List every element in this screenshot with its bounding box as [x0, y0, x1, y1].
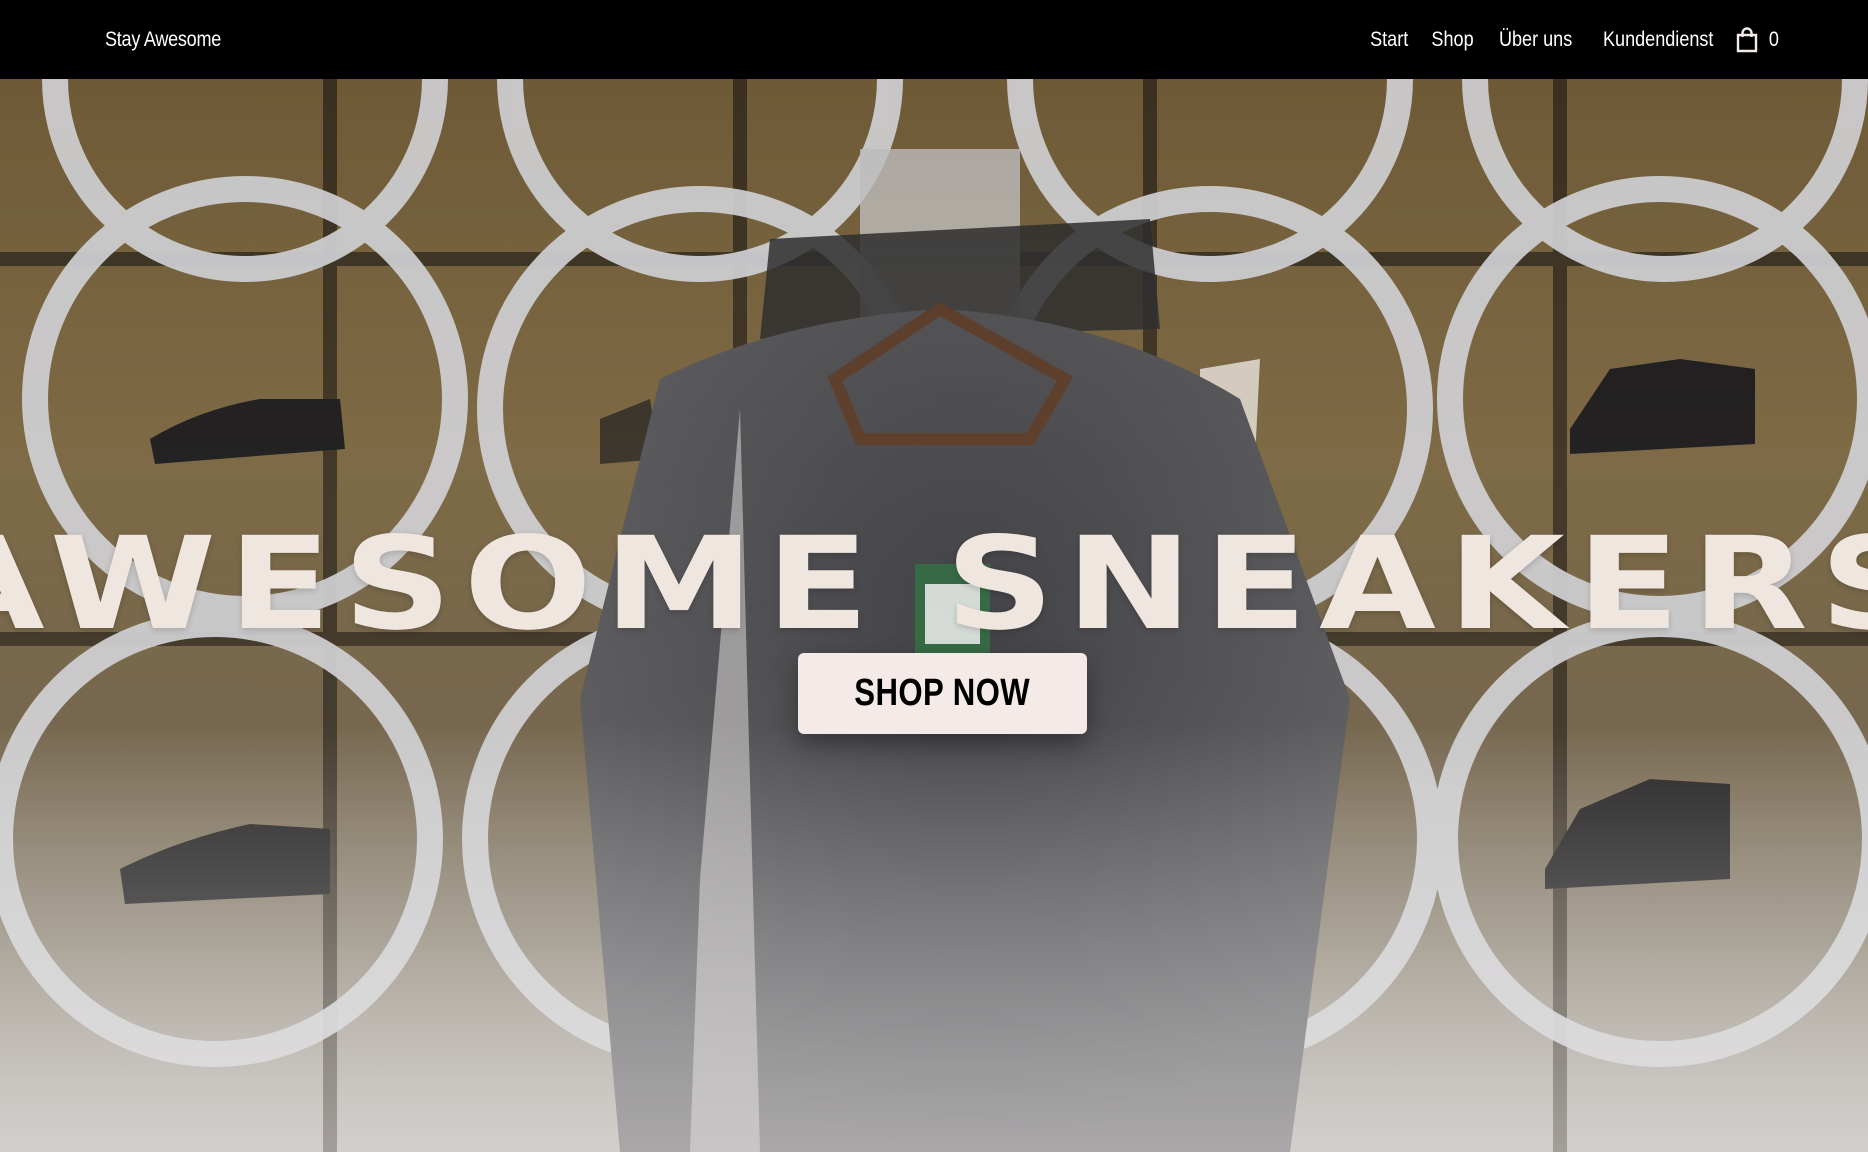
- hero-section: AWESOME SNEAKERS SHOP NOW: [0, 79, 1868, 1152]
- cart-button[interactable]: 0: [1736, 26, 1780, 53]
- nav-link-about[interactable]: Über uns: [1499, 28, 1572, 52]
- cart-count: 0: [1769, 27, 1780, 51]
- hero-title: AWESOME SNEAKERS: [0, 509, 1868, 659]
- nav-link-shop[interactable]: Shop: [1431, 28, 1473, 52]
- shop-now-label: SHOP NOW: [854, 672, 1031, 714]
- nav-link-customer-service[interactable]: Kundendienst: [1603, 28, 1713, 52]
- shopping-bag-icon: [1736, 26, 1758, 53]
- shop-now-button[interactable]: SHOP NOW: [798, 653, 1087, 734]
- top-navigation-bar: Stay Awesome Start Shop Über uns Kundend…: [0, 0, 1868, 79]
- nav-link-start[interactable]: Start: [1370, 28, 1408, 52]
- main-nav: Start Shop Über uns Kundendienst 0: [1351, 26, 1780, 53]
- brand-logo-link[interactable]: Stay Awesome: [105, 28, 221, 52]
